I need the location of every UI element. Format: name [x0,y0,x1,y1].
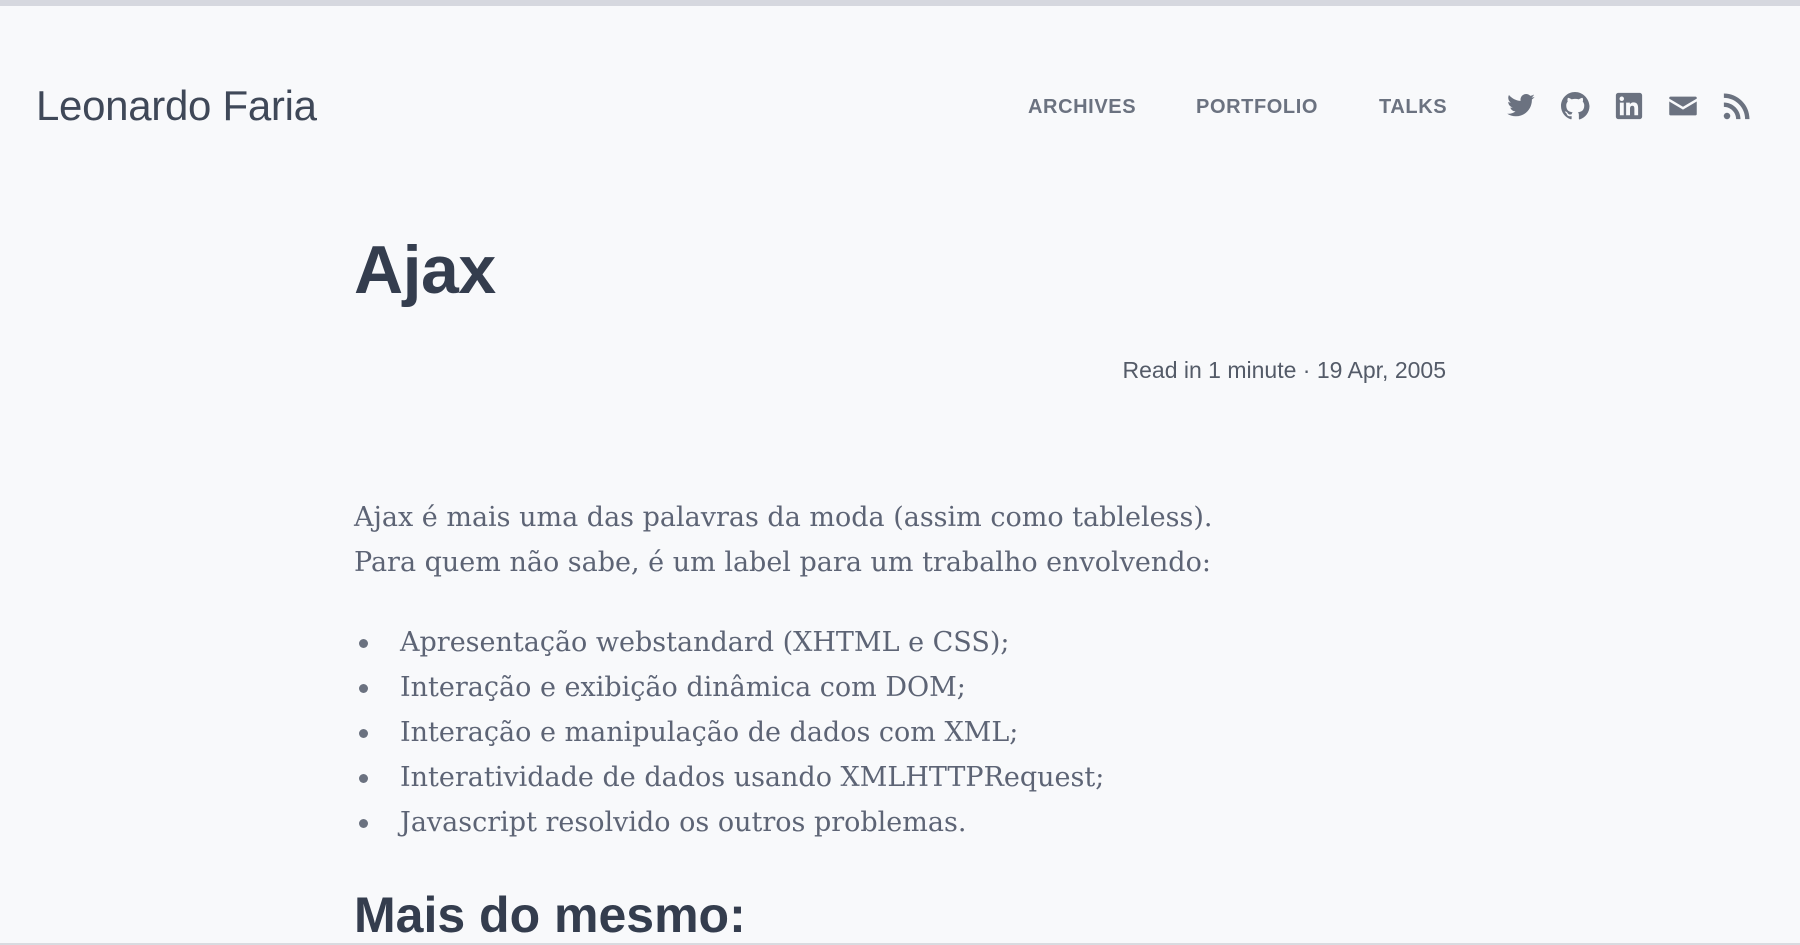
bullet-icon [359,684,368,693]
intro-line-1: Ajax é mais uma das palavras da moda (as… [354,502,1213,533]
site-title-link[interactable]: Leonardo Faria [36,82,317,130]
bullet-icon [359,639,368,648]
bullet-icon [359,729,368,738]
rss-icon[interactable] [1722,91,1752,121]
list-item-text: Javascript resolvido os outros problemas… [400,807,967,838]
list-item: Interação e exibição dinâmica com DOM; [359,665,1446,710]
section-heading: Mais do mesmo: [354,887,746,943]
list-item-text: Apresentação webstandard (XHTML e CSS); [400,627,1010,658]
nav-archives[interactable]: ARCHIVES [1028,96,1136,119]
twitter-icon[interactable] [1506,91,1536,121]
post-body: Ajax é mais uma das palavras da moda (as… [354,495,1446,845]
email-icon[interactable] [1668,91,1698,121]
post-meta: Read in 1 minute · 19 Apr, 2005 [1122,357,1447,383]
post-title: Ajax [354,232,496,308]
list-item: Javascript resolvido os outros problemas… [359,800,1446,845]
intro-line-2: Para quem não sabe, é um label para um t… [354,547,1211,578]
list-item: Apresentação webstandard (XHTML e CSS); [359,620,1446,665]
nav-portfolio[interactable]: PORTFOLIO [1196,96,1318,119]
feature-list: Apresentação webstandard (XHTML e CSS); … [354,620,1446,845]
bullet-icon [359,774,368,783]
bullet-icon [359,819,368,828]
list-item: Interação e manipulação de dados com XML… [359,710,1446,755]
nav-talks[interactable]: TALKS [1379,96,1447,119]
list-item-text: Interação e exibição dinâmica com DOM; [400,672,966,703]
github-icon[interactable] [1560,91,1590,121]
list-item-text: Interação e manipulação de dados com XML… [400,717,1019,748]
list-item-text: Interatividade de dados usando XMLHTTPRe… [400,762,1105,793]
list-item: Interatividade de dados usando XMLHTTPRe… [359,755,1446,800]
top-border [0,0,1800,6]
linkedin-icon[interactable] [1614,91,1644,121]
article: Ajax Read in 1 minute · 19 Apr, 2005 Aja… [354,230,1446,943]
